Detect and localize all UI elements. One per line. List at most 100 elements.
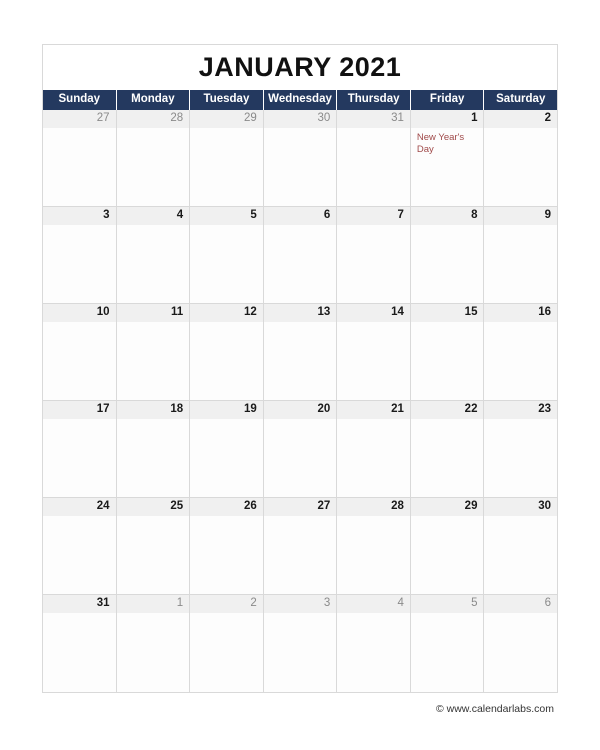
day-number-strip: 5 <box>190 207 263 225</box>
calendar-page: JANUARY 2021 Sunday Monday Tuesday Wednesda… <box>0 0 600 750</box>
day-events <box>411 225 484 303</box>
day-number-strip: 26 <box>190 498 263 516</box>
day-number: 23 <box>538 403 552 416</box>
day-cell[interactable]: 22 <box>410 401 485 497</box>
day-number-strip: 30 <box>484 498 558 516</box>
day-cell[interactable]: 7 <box>337 207 411 303</box>
day-cell[interactable]: 2 <box>484 110 558 206</box>
day-cell[interactable]: 3 <box>43 207 117 303</box>
day-cell[interactable]: 10 <box>43 304 117 400</box>
day-number: 4 <box>397 597 404 610</box>
day-number: 5 <box>250 209 257 222</box>
day-number: 20 <box>317 403 331 416</box>
day-cell[interactable]: 14 <box>337 304 411 400</box>
day-cell[interactable]: 31 <box>337 110 411 206</box>
day-number-strip: 9 <box>484 207 558 225</box>
day-cell[interactable]: 13 <box>263 304 338 400</box>
day-number: 15 <box>464 306 478 319</box>
day-cell[interactable]: 1 New Year's Day <box>410 110 485 206</box>
day-cell[interactable]: 16 <box>484 304 558 400</box>
day-number: 14 <box>391 306 404 319</box>
day-cell[interactable]: 17 <box>43 401 117 497</box>
day-events <box>484 322 557 400</box>
day-events <box>411 613 484 692</box>
day-number-strip: 16 <box>484 304 558 322</box>
day-number-strip: 31 <box>43 595 116 613</box>
day-number: 30 <box>317 112 331 125</box>
day-events <box>117 128 190 206</box>
day-events <box>411 516 484 594</box>
day-cell[interactable]: 12 <box>190 304 264 400</box>
day-cell[interactable]: 30 <box>484 498 558 594</box>
day-number-strip: 6 <box>484 595 558 613</box>
day-events <box>264 613 337 692</box>
day-number: 4 <box>176 209 184 222</box>
day-cell[interactable]: 6 <box>484 595 558 692</box>
day-cell[interactable]: 19 <box>190 401 264 497</box>
weekday-header-sunday: Sunday <box>43 90 117 110</box>
day-cell[interactable]: 28 <box>337 498 411 594</box>
day-number-strip: 2 <box>190 595 263 613</box>
day-cell[interactable]: 4 <box>337 595 411 692</box>
event-item[interactable]: New Year's Day <box>417 132 479 156</box>
day-cell[interactable]: 5 <box>410 595 485 692</box>
day-cell[interactable]: 23 <box>484 401 558 497</box>
day-number-strip: 18 <box>116 401 190 419</box>
day-cell[interactable]: 8 <box>410 207 485 303</box>
day-cell[interactable]: 20 <box>263 401 338 497</box>
day-number-strip: 27 <box>43 110 116 128</box>
day-cell[interactable]: 26 <box>190 498 264 594</box>
day-events <box>43 225 116 303</box>
day-number-strip: 28 <box>116 110 190 128</box>
day-events <box>190 128 263 206</box>
day-cell[interactable]: 3 <box>263 595 338 692</box>
day-number: 28 <box>170 112 184 125</box>
day-cell[interactable]: 24 <box>43 498 117 594</box>
day-number: 12 <box>243 306 257 319</box>
day-cell[interactable]: 9 <box>484 207 558 303</box>
day-number: 17 <box>96 403 110 416</box>
day-cell[interactable]: 1 <box>116 595 191 692</box>
day-events <box>484 419 557 497</box>
day-events <box>117 225 190 303</box>
weekday-label: Tuesday <box>203 93 250 106</box>
day-cell[interactable]: 28 <box>116 110 191 206</box>
day-cell[interactable]: 4 <box>116 207 191 303</box>
weekday-label: Friday <box>429 93 465 106</box>
day-cell[interactable]: 2 <box>190 595 264 692</box>
day-events <box>411 322 484 400</box>
day-cell[interactable]: 27 <box>263 498 338 594</box>
day-cell[interactable]: 15 <box>410 304 485 400</box>
weekday-label: Sunday <box>58 93 101 106</box>
day-cell[interactable]: 27 <box>43 110 117 206</box>
page-title: JANUARY 2021 <box>198 52 402 82</box>
day-number: 1 <box>471 112 478 125</box>
day-cell[interactable]: 30 <box>263 110 338 206</box>
day-number-strip: 21 <box>337 401 410 419</box>
day-events <box>190 225 263 303</box>
day-events <box>43 419 116 497</box>
weekday-header-monday: Monday <box>117 90 191 110</box>
day-cell[interactable]: 6 <box>263 207 338 303</box>
day-number: 6 <box>544 597 552 610</box>
day-cell[interactable]: 25 <box>116 498 191 594</box>
day-cell[interactable]: 18 <box>116 401 191 497</box>
day-cell[interactable]: 29 <box>190 110 264 206</box>
day-events <box>337 516 410 594</box>
day-cell[interactable]: 11 <box>116 304 191 400</box>
day-cell[interactable]: 29 <box>410 498 485 594</box>
day-cell[interactable]: 21 <box>337 401 411 497</box>
day-number: 31 <box>96 597 110 610</box>
day-cell[interactable]: 31 <box>43 595 117 692</box>
day-number-strip: 13 <box>263 304 337 322</box>
day-events <box>190 419 263 497</box>
day-events <box>337 225 410 303</box>
day-number-strip: 3 <box>43 207 116 225</box>
day-events <box>190 322 263 400</box>
day-events <box>43 613 116 692</box>
day-events <box>337 613 410 692</box>
day-cell[interactable]: 5 <box>190 207 264 303</box>
day-number-strip: 28 <box>337 498 410 516</box>
week-row: 10 11 12 13 14 15 16 <box>43 304 558 401</box>
day-number: 11 <box>170 306 184 319</box>
